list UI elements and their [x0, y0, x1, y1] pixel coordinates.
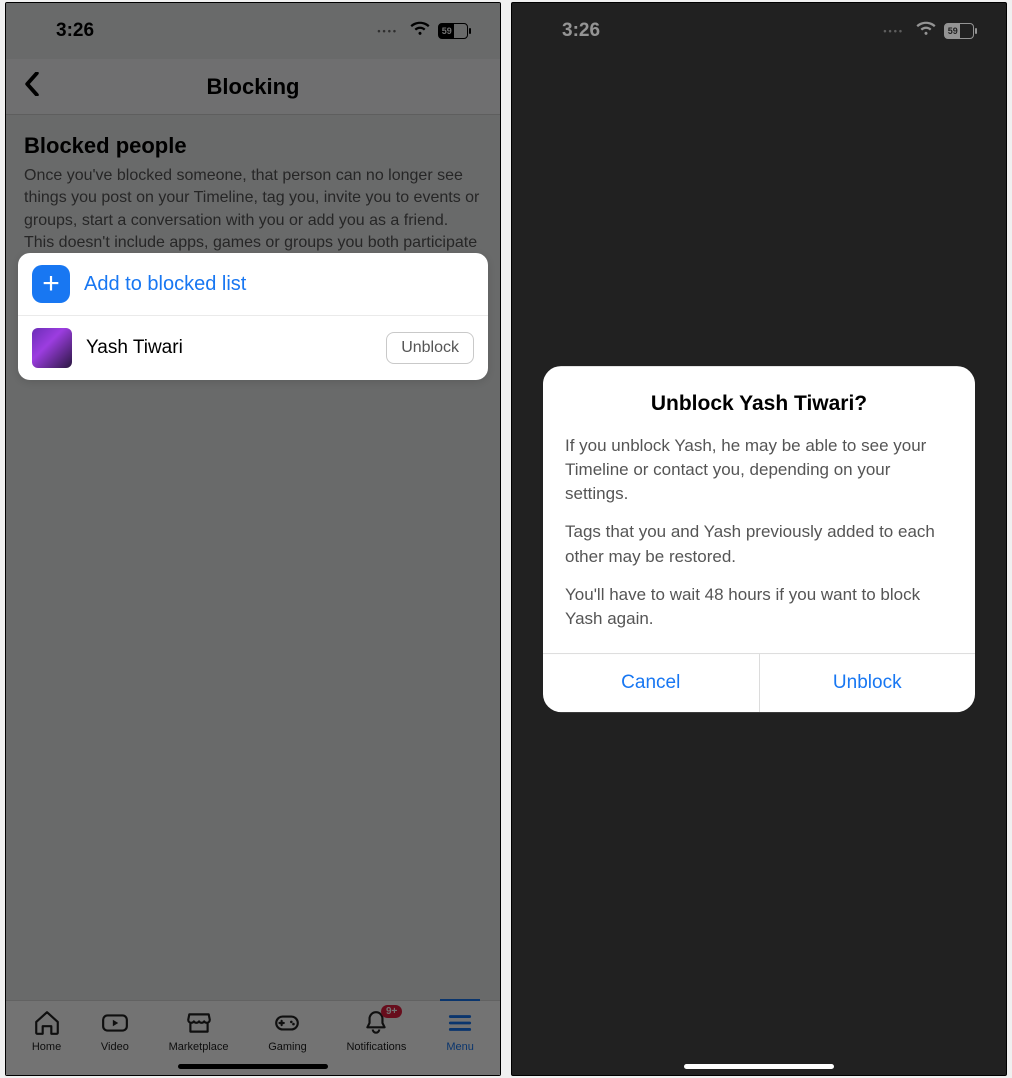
- page-title: Blocking: [207, 74, 300, 100]
- home-icon: [33, 1009, 61, 1037]
- dialog-paragraph-2: Tags that you and Yash previously added …: [565, 520, 953, 568]
- screen-right: 3:26 •••• 59 Unblock Yash Tiwari? If you…: [512, 3, 1006, 1075]
- phone-left: 3:26 •••• 59 Blocking Blocked people Onc…: [5, 2, 501, 1076]
- status-right: •••• 59: [883, 21, 974, 42]
- avatar: [32, 328, 72, 368]
- tab-marketplace[interactable]: Marketplace: [169, 1009, 229, 1053]
- video-icon: [101, 1009, 129, 1037]
- add-to-blocked-label: Add to blocked list: [84, 273, 246, 296]
- unblock-dialog: Unblock Yash Tiwari? If you unblock Yash…: [543, 366, 975, 712]
- status-time: 3:26: [562, 20, 600, 42]
- unblock-button[interactable]: Unblock: [386, 332, 474, 364]
- status-bar: 3:26 •••• 59: [512, 3, 1006, 59]
- status-time: 3:26: [56, 20, 94, 42]
- marketplace-icon: [185, 1009, 213, 1037]
- tab-menu[interactable]: Menu: [446, 1009, 474, 1053]
- blocked-person-name: Yash Tiwari: [86, 337, 372, 359]
- blocked-list-card: + Add to blocked list Yash Tiwari Unbloc…: [18, 253, 488, 380]
- status-bar: 3:26 •••• 59: [6, 3, 500, 59]
- screen-left: 3:26 •••• 59 Blocking Blocked people Onc…: [6, 3, 500, 1075]
- tab-label: Home: [32, 1041, 61, 1053]
- phone-right: 3:26 •••• 59 Unblock Yash Tiwari? If you…: [511, 2, 1007, 1076]
- tab-gaming[interactable]: Gaming: [268, 1009, 307, 1053]
- unblock-confirm-button[interactable]: Unblock: [760, 654, 976, 712]
- back-button[interactable]: [24, 71, 40, 103]
- blocked-person-row: Yash Tiwari Unblock: [18, 316, 488, 380]
- menu-icon: [446, 1009, 474, 1037]
- cancel-button[interactable]: Cancel: [543, 654, 760, 712]
- battery-icon: 59: [438, 23, 468, 39]
- plus-icon: +: [32, 265, 70, 303]
- home-indicator[interactable]: [684, 1064, 834, 1069]
- battery-level: 59: [945, 24, 960, 38]
- tab-label: Gaming: [268, 1041, 307, 1053]
- tab-label: Marketplace: [169, 1041, 229, 1053]
- cellular-dots-icon: ••••: [377, 26, 398, 36]
- tab-home[interactable]: Home: [32, 1009, 61, 1053]
- dialog-actions: Cancel Unblock: [543, 653, 975, 712]
- battery-level: 59: [439, 24, 454, 38]
- battery-icon: 59: [944, 23, 974, 39]
- home-indicator[interactable]: [178, 1064, 328, 1069]
- tab-video[interactable]: Video: [101, 1009, 129, 1053]
- gaming-icon: [273, 1009, 301, 1037]
- notification-badge: 9+: [381, 1005, 402, 1018]
- cellular-dots-icon: ••••: [883, 26, 904, 36]
- section-title: Blocked people: [24, 133, 482, 159]
- dialog-paragraph-3: You'll have to wait 48 hours if you want…: [565, 583, 953, 631]
- wifi-icon: [916, 21, 936, 42]
- tab-label: Menu: [446, 1041, 474, 1053]
- tab-notifications[interactable]: 9+ Notifications: [346, 1009, 406, 1053]
- status-right: •••• 59: [377, 21, 468, 42]
- dialog-title: Unblock Yash Tiwari?: [565, 392, 953, 416]
- dialog-paragraph-1: If you unblock Yash, he may be able to s…: [565, 434, 953, 506]
- nav-header: Blocking: [6, 59, 500, 115]
- tab-label: Notifications: [346, 1041, 406, 1053]
- add-to-blocked-row[interactable]: + Add to blocked list: [18, 253, 488, 316]
- dialog-body: Unblock Yash Tiwari? If you unblock Yash…: [543, 366, 975, 653]
- wifi-icon: [410, 21, 430, 42]
- tab-label: Video: [101, 1041, 129, 1053]
